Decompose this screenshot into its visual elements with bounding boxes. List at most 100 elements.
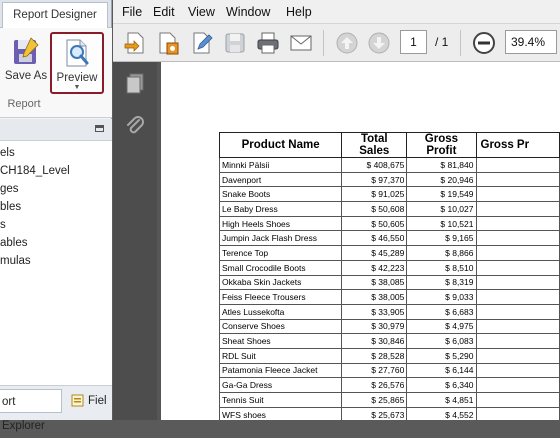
next-page-icon[interactable] bbox=[366, 30, 392, 56]
table-row: Minnki Pälsii $ 408,675 $ 81,840 bbox=[218, 157, 560, 173]
product-name-cell: Small Crocodile Boots bbox=[218, 259, 343, 276]
menu-file[interactable]: File bbox=[122, 0, 142, 24]
gross-profit-cell: $ 19,549 bbox=[406, 186, 477, 203]
tab-report-explorer[interactable]: ort Explorer bbox=[0, 389, 62, 432]
toolbar-separator bbox=[323, 30, 324, 56]
table-row: Feiss Fleece Trousers $ 38,005 $ 9,033 bbox=[218, 289, 560, 305]
table-row: RDL Suit $ 28,528 $ 5,290 bbox=[218, 347, 560, 364]
gross-profit-cell: $ 4,851 bbox=[406, 392, 477, 408]
column-header: Gross Profit bbox=[406, 132, 477, 158]
gross-profit-pct-cell bbox=[475, 377, 560, 393]
tab-report-designer[interactable]: Report Designer bbox=[2, 2, 108, 28]
table-row: Sheat Shoes $ 30,846 $ 6,083 bbox=[218, 333, 560, 349]
zoom-level-input[interactable]: 39.4% bbox=[505, 30, 557, 54]
gross-profit-cell: $ 8,319 bbox=[406, 274, 477, 291]
save-as-icon bbox=[14, 37, 39, 64]
attachment-icon[interactable] bbox=[124, 114, 146, 143]
table-row: Small Crocodile Boots $ 42,223 $ 8,510 bbox=[218, 259, 560, 276]
total-sales-cell: $ 27,760 bbox=[341, 362, 408, 379]
previous-page-icon[interactable] bbox=[334, 30, 360, 56]
table-row: Tennis Suit $ 25,865 $ 4,851 bbox=[218, 392, 560, 408]
menu-window[interactable]: Window bbox=[226, 0, 270, 24]
print-icon[interactable] bbox=[255, 30, 281, 56]
product-name-cell: Feiss Fleece Trousers bbox=[218, 289, 343, 305]
table-row: Le Baby Dress $ 50,608 $ 10,027 bbox=[218, 201, 560, 217]
designer-ribbon: Save As Preview ▼ Report bbox=[0, 28, 112, 118]
gross-profit-cell: $ 81,840 bbox=[406, 157, 477, 173]
total-sales-cell: $ 28,528 bbox=[341, 347, 408, 364]
gross-profit-cell: $ 20,946 bbox=[406, 171, 477, 188]
ribbon-group-label: Report bbox=[7, 98, 41, 110]
total-sales-cell: $ 42,223 bbox=[341, 259, 408, 276]
pdf-viewer: File Edit View Window Help 1 / 1 39.4% P… bbox=[113, 0, 560, 420]
page-number-input[interactable]: 1 bbox=[400, 30, 427, 54]
product-name-cell: Snake Boots bbox=[218, 186, 343, 203]
menu-help[interactable]: Help bbox=[286, 0, 312, 24]
bottom-tab-strip: ort Explorer Fiel bbox=[0, 385, 112, 432]
product-name-cell: Tennis Suit bbox=[218, 392, 343, 408]
gross-profit-pct-cell bbox=[475, 230, 560, 247]
gross-profit-pct-cell bbox=[475, 318, 560, 335]
table-header-row: Product Name Total Sales Gross Profit Gr… bbox=[218, 132, 560, 158]
total-sales-cell: $ 45,289 bbox=[341, 245, 408, 261]
tree-item[interactable]: mulas bbox=[0, 252, 112, 270]
gross-profit-pct-cell bbox=[475, 259, 560, 276]
gross-profit-pct-cell bbox=[475, 289, 560, 305]
table-row: Jumpin Jack Flash Dress $ 46,550 $ 9,165 bbox=[218, 230, 560, 247]
preview-label: Preview bbox=[56, 72, 98, 84]
explorer-tree: els CH184_Level ges bles s ables mulas bbox=[0, 141, 112, 270]
gross-profit-pct-cell bbox=[475, 274, 560, 291]
edit-icon[interactable] bbox=[189, 30, 215, 56]
report-designer-panel: Report Designer Save As Preview ▼ Report bbox=[0, 0, 112, 432]
save-icon[interactable] bbox=[222, 30, 248, 56]
tree-item[interactable]: s bbox=[0, 216, 112, 234]
pin-icon[interactable] bbox=[95, 125, 104, 132]
menu-edit[interactable]: Edit bbox=[153, 0, 175, 24]
tree-item[interactable]: ables bbox=[0, 234, 112, 252]
product-name-cell: Minnki Pälsii bbox=[218, 157, 343, 173]
table-row: High Heels Shoes $ 50,605 $ 10,521 bbox=[218, 215, 560, 232]
gross-profit-pct-cell bbox=[475, 392, 560, 408]
tree-item[interactable]: els bbox=[0, 144, 112, 162]
product-name-cell: RDL Suit bbox=[218, 347, 343, 364]
gross-profit-cell: $ 6,083 bbox=[406, 333, 477, 349]
table-row: Patamonia Fleece Jacket $ 27,760 $ 6,144 bbox=[218, 362, 560, 379]
product-name-cell: Okkaba Skin Jackets bbox=[218, 274, 343, 291]
save-as-button[interactable]: Save As bbox=[3, 32, 49, 94]
tree-item[interactable]: bles bbox=[0, 198, 112, 216]
menu-bar: File Edit View Window Help bbox=[113, 0, 560, 24]
total-sales-cell: $ 25,673 bbox=[341, 406, 408, 420]
export-icon[interactable] bbox=[155, 30, 181, 56]
total-sales-cell: $ 50,605 bbox=[341, 215, 408, 232]
total-sales-cell: $ 26,576 bbox=[341, 377, 408, 393]
zoom-out-icon[interactable] bbox=[471, 30, 497, 56]
tab-fields[interactable]: Fiel bbox=[68, 389, 112, 413]
tree-item[interactable]: CH184_Level bbox=[0, 162, 112, 180]
fields-icon bbox=[71, 394, 84, 407]
preview-button[interactable]: Preview ▼ bbox=[50, 32, 104, 94]
total-sales-cell: $ 91,025 bbox=[341, 186, 408, 203]
total-sales-cell: $ 33,905 bbox=[341, 303, 408, 320]
gross-profit-pct-cell bbox=[475, 245, 560, 261]
total-sales-cell: $ 30,979 bbox=[341, 318, 408, 335]
open-icon[interactable] bbox=[122, 30, 148, 56]
tree-item[interactable]: ges bbox=[0, 180, 112, 198]
total-sales-cell: $ 50,608 bbox=[341, 201, 408, 217]
preview-icon bbox=[66, 39, 89, 67]
fields-tab-label: Fiel bbox=[88, 395, 107, 407]
designer-tab-strip: Report Designer bbox=[0, 0, 111, 28]
gross-profit-cell: $ 10,521 bbox=[406, 215, 477, 232]
chevron-down-icon: ▼ bbox=[73, 84, 81, 91]
table-row: Davenport $ 97,370 $ 20,946 bbox=[218, 171, 560, 188]
product-name-cell: High Heels Shoes bbox=[218, 215, 343, 232]
menu-view[interactable]: View bbox=[188, 0, 215, 24]
total-sales-cell: $ 30,846 bbox=[341, 333, 408, 349]
product-name-cell: Sheat Shoes bbox=[218, 333, 343, 349]
gross-profit-cell: $ 4,975 bbox=[406, 318, 477, 335]
pages-icon[interactable] bbox=[124, 72, 146, 101]
gross-profit-pct-cell bbox=[475, 362, 560, 379]
gross-profit-cell: $ 6,144 bbox=[406, 362, 477, 379]
column-header: Product Name bbox=[218, 132, 343, 158]
email-icon[interactable] bbox=[288, 30, 314, 56]
gross-profit-cell: $ 8,510 bbox=[406, 259, 477, 276]
